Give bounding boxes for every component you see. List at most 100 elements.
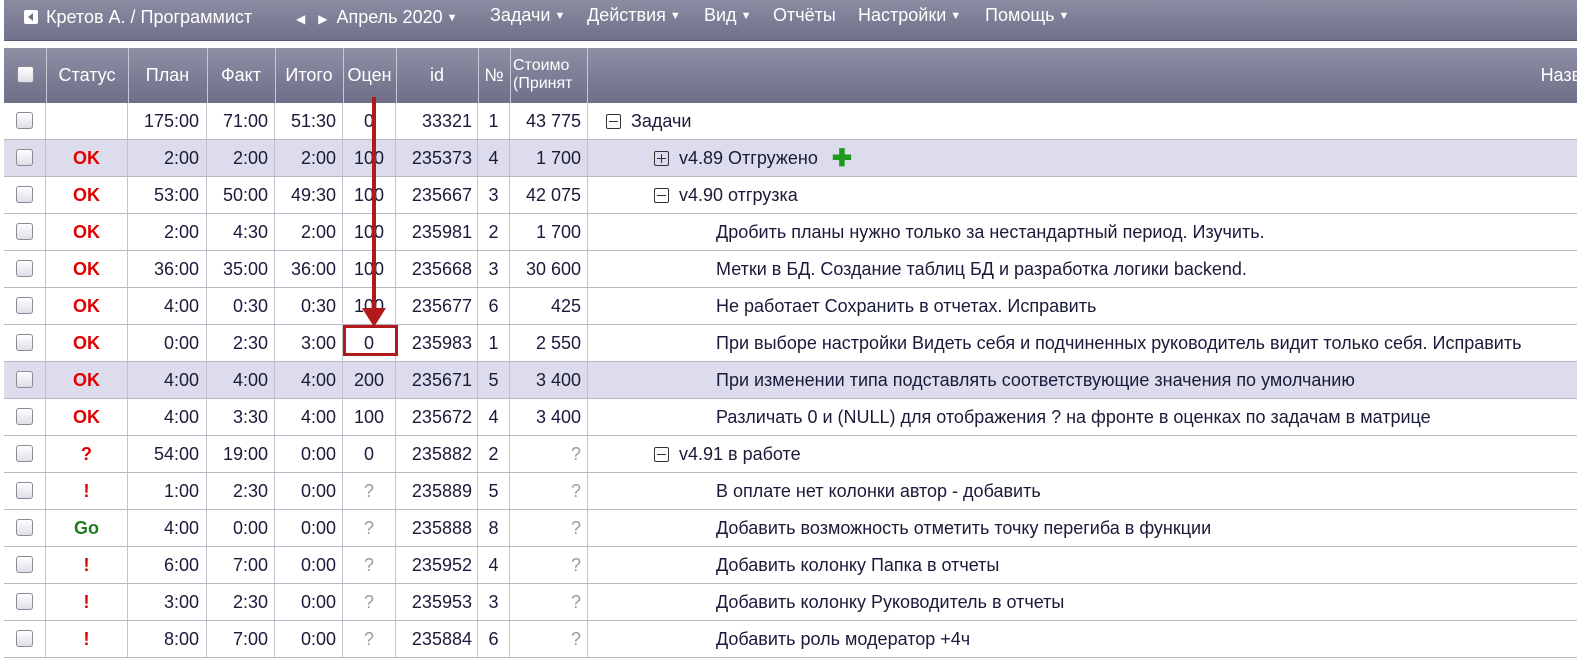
row-checkbox[interactable] [16, 519, 33, 536]
col-fact[interactable]: Факт [207, 48, 276, 103]
task-name[interactable]: Задачи [631, 111, 691, 131]
table-row[interactable]: OK 2:00 4:30 2:00 100 235981 2 1 700 Дро… [4, 214, 1577, 251]
table-row[interactable]: ! 3:00 2:30 0:00 ? 235953 3 ? Добавить к… [4, 584, 1577, 621]
estimate-value[interactable]: ? [343, 621, 396, 657]
row-checkbox[interactable] [16, 630, 33, 647]
table-row[interactable]: OK 36:00 35:00 36:00 100 235668 3 30 600… [4, 251, 1577, 288]
col-estimate[interactable]: Оцен [343, 48, 397, 103]
estimate-value[interactable]: 200 [343, 362, 396, 398]
expand-icon[interactable] [654, 151, 669, 166]
table-row[interactable]: OK 4:00 4:00 4:00 200 235671 5 3 400 При… [4, 362, 1577, 399]
menu-settings[interactable]: Настройки ▼ [858, 5, 961, 26]
col-id[interactable]: id [396, 48, 479, 103]
table-row[interactable]: OK 2:00 2:00 2:00 100 235373 4 1 700 v4.… [4, 140, 1577, 177]
collapse-icon[interactable] [654, 188, 669, 203]
fact-value: 7:00 [207, 547, 275, 583]
row-checkbox[interactable] [16, 112, 33, 129]
total-value: 4:00 [275, 362, 343, 398]
task-name[interactable]: В оплате нет колонки автор - добавить [716, 481, 1041, 501]
estimate-value[interactable]: ? [343, 584, 396, 620]
cost-value: 3 400 [510, 399, 588, 435]
estimate-value[interactable]: ? [343, 473, 396, 509]
row-checkbox[interactable] [16, 260, 33, 277]
row-checkbox[interactable] [16, 149, 33, 166]
col-status[interactable]: Статус [46, 48, 129, 103]
task-name[interactable]: Дробить планы нужно только за нестандарт… [716, 222, 1265, 242]
col-cost[interactable]: Стоимо (Принят [510, 48, 588, 103]
estimate-value[interactable]: 100 [343, 140, 396, 176]
task-name[interactable]: При выборе настройки Видеть себя и подчи… [716, 333, 1521, 353]
estimate-value[interactable]: 100 [343, 177, 396, 213]
table-row[interactable]: ! 8:00 7:00 0:00 ? 235884 6 ? Добавить р… [4, 621, 1577, 658]
estimate-value[interactable]: ? [343, 510, 396, 546]
col-total[interactable]: Итого [275, 48, 344, 103]
table-row[interactable]: OK 53:00 50:00 49:30 100 235667 3 42 075… [4, 177, 1577, 214]
task-name[interactable]: Добавить возможность отметить точку пере… [716, 518, 1211, 538]
col-plan[interactable]: План [128, 48, 208, 103]
add-icon[interactable]: ✚ [832, 145, 852, 172]
table-row[interactable]: ? 54:00 19:00 0:00 0 235882 2 ? v4.91 в … [4, 436, 1577, 473]
row-checkbox[interactable] [16, 408, 33, 425]
estimate-value[interactable]: 100 [343, 251, 396, 287]
menu-actions[interactable]: Действия ▼ [587, 5, 681, 26]
chevron-down-icon: ▼ [1058, 10, 1070, 22]
row-checkbox[interactable] [16, 445, 33, 462]
row-checkbox[interactable] [16, 186, 33, 203]
row-checkbox[interactable] [16, 556, 33, 573]
task-name[interactable]: v4.91 в работе [679, 444, 801, 464]
number-value: 5 [478, 362, 510, 398]
row-checkbox[interactable] [16, 334, 33, 351]
table-row[interactable]: Go 4:00 0:00 0:00 ? 235888 8 ? Добавить … [4, 510, 1577, 547]
prev-period-icon[interactable]: ◀ [296, 12, 305, 26]
estimate-value[interactable]: 0 [343, 436, 396, 472]
table-row[interactable]: ! 6:00 7:00 0:00 ? 235952 4 ? Добавить к… [4, 547, 1577, 584]
id-value: 235981 [396, 214, 478, 250]
row-checkbox-cell [4, 214, 46, 250]
col-name[interactable]: Назва [588, 48, 1577, 103]
estimate-value-highlighted[interactable]: 0 [343, 325, 396, 361]
total-value: 0:00 [275, 547, 343, 583]
back-icon[interactable] [24, 10, 38, 24]
table-row[interactable]: ! 1:00 2:30 0:00 ? 235889 5 ? В оплате н… [4, 473, 1577, 510]
menu-reports[interactable]: Отчёты [773, 5, 836, 26]
chevron-down-icon: ▼ [669, 10, 681, 22]
task-name[interactable]: Добавить роль модератор +4ч [716, 629, 970, 649]
total-value: 0:00 [275, 436, 343, 472]
task-name[interactable]: Не работает Сохранить в отчетах. Исправи… [716, 296, 1096, 316]
period-selector[interactable]: ◀ ▶ Апрель 2020 ▼ [296, 7, 458, 28]
table-row[interactable]: OK 0:00 2:30 3:00 0 235983 1 2 550 При в… [4, 325, 1577, 362]
select-all-cell [4, 48, 47, 103]
row-checkbox[interactable] [16, 223, 33, 240]
row-checkbox[interactable] [16, 371, 33, 388]
row-checkbox[interactable] [16, 482, 33, 499]
user-menu[interactable]: Кретов А. / Программист [24, 7, 252, 28]
estimate-value[interactable]: 0 [343, 103, 396, 139]
estimate-value[interactable]: ? [343, 547, 396, 583]
row-checkbox[interactable] [16, 297, 33, 314]
table-row[interactable]: 175:00 71:00 51:30 0 33321 1 43 775 Зада… [4, 103, 1577, 140]
row-checkbox-cell [4, 140, 46, 176]
menu-view[interactable]: Вид ▼ [704, 5, 751, 26]
menu-tasks[interactable]: Задачи ▼ [490, 5, 565, 26]
estimate-value[interactable]: 100 [343, 214, 396, 250]
id-value: 235952 [396, 547, 478, 583]
table-row[interactable]: OK 4:00 3:30 4:00 100 235672 4 3 400 Раз… [4, 399, 1577, 436]
collapse-icon[interactable] [654, 447, 669, 462]
row-checkbox[interactable] [16, 593, 33, 610]
task-name[interactable]: Добавить колонку Руководитель в отчеты [716, 592, 1064, 612]
task-name[interactable]: v4.90 отгрузка [679, 185, 798, 205]
select-all-checkbox[interactable] [16, 66, 34, 83]
col-number[interactable]: № [478, 48, 511, 103]
id-value: 235983 [396, 325, 478, 361]
task-name[interactable]: Различать 0 и (NULL) для отображения ? н… [716, 407, 1431, 427]
table-row[interactable]: OK 4:00 0:30 0:30 100 235677 6 425 Не ра… [4, 288, 1577, 325]
estimate-value[interactable]: 100 [343, 399, 396, 435]
task-name[interactable]: v4.89 Отгружено [679, 148, 818, 168]
task-name[interactable]: Добавить колонку Папка в отчеты [716, 555, 999, 575]
id-value: 235668 [396, 251, 478, 287]
next-period-icon[interactable]: ▶ [318, 12, 327, 26]
task-name[interactable]: При изменении типа подставлять соответст… [716, 370, 1355, 390]
collapse-icon[interactable] [606, 114, 621, 129]
task-name[interactable]: Метки в БД. Создание таблиц БД и разрабо… [716, 259, 1247, 279]
menu-help[interactable]: Помощь ▼ [985, 5, 1069, 26]
